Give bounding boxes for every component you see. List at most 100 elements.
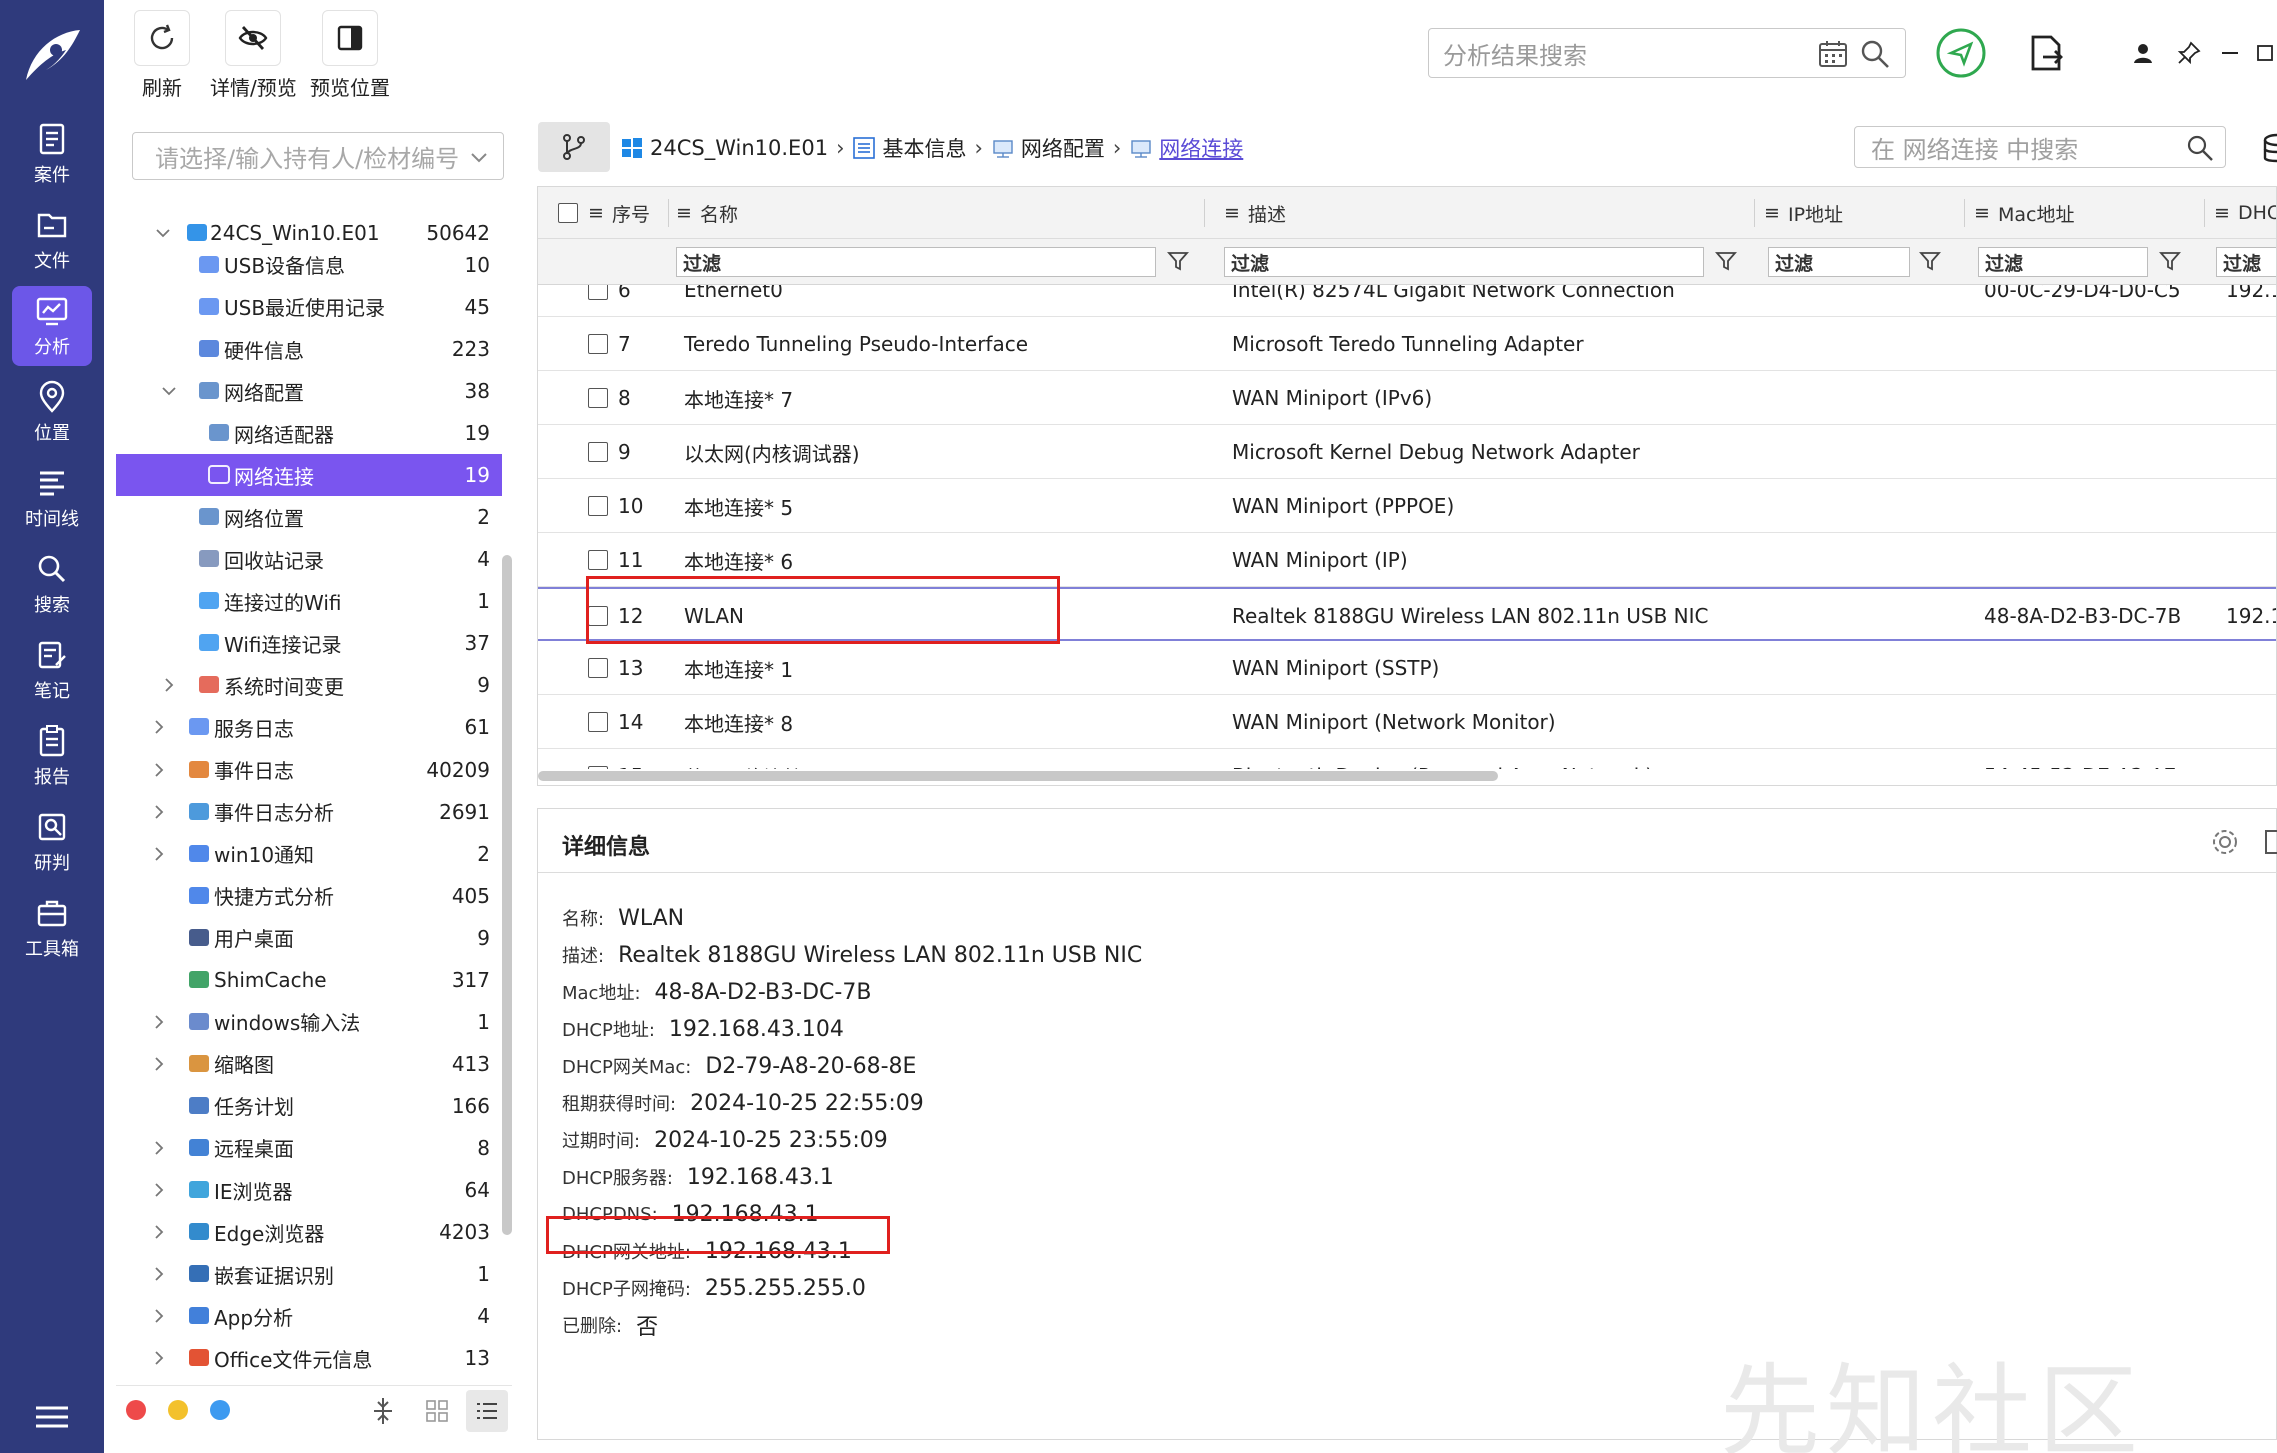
tree-item[interactable]: Edge浏览器 4203 [116, 1211, 502, 1253]
menu-icon[interactable] [32, 1402, 72, 1432]
chevron-right-icon[interactable] [150, 1307, 168, 1325]
panel-toggle-icon[interactable] [2264, 829, 2277, 855]
chevron-right-icon[interactable] [150, 1013, 168, 1031]
filter-icon[interactable] [1714, 249, 1738, 273]
table-row[interactable]: 13 本地连接* 1 WAN Miniport (SSTP) [538, 641, 2276, 695]
rail-judge[interactable]: 研判 [12, 802, 92, 882]
chevron-right-icon[interactable] [150, 718, 168, 736]
table-row[interactable]: 14 本地连接* 8 WAN Miniport (Network Monitor) [538, 695, 2276, 749]
rail-analysis[interactable]: 分析 [12, 286, 92, 366]
chevron-right-icon[interactable] [150, 1055, 168, 1073]
rail-toolbox[interactable]: 工具箱 [12, 888, 92, 968]
row-checkbox[interactable] [588, 766, 608, 769]
list-view-button[interactable] [466, 1390, 508, 1432]
filter-icon[interactable] [2158, 249, 2182, 273]
blue-dot-icon[interactable] [210, 1400, 230, 1420]
table-row[interactable]: 6 Ethernet0 Intel(R) 82574L Gigabit Networ… [538, 285, 2276, 317]
chevron-right-icon[interactable] [150, 1349, 168, 1367]
column-header-dhcp[interactable]: ≡ DHC [2214, 187, 2276, 239]
tree-item[interactable]: 嵌套证据识别 1 [116, 1253, 502, 1295]
breadcrumb-basic-info[interactable]: 基本信息 [852, 133, 966, 163]
column-header-name[interactable]: ≡ 名称 [676, 187, 738, 239]
rail-timeline[interactable]: 时间线 [12, 458, 92, 538]
filter-name-input[interactable]: 过滤 [676, 247, 1156, 277]
tree-item[interactable]: 网络适配器 19 [116, 412, 502, 454]
row-checkbox[interactable] [588, 550, 608, 570]
chevron-right-icon[interactable] [150, 761, 168, 779]
tree-item[interactable]: ShimCache 317 [116, 959, 502, 1001]
tree-item[interactable]: 硬件信息 223 [116, 328, 502, 370]
tree-item[interactable]: 任务计划 166 [116, 1085, 502, 1127]
table-search-input[interactable]: 在 网络连接 中搜索 [1854, 126, 2226, 168]
row-checkbox[interactable] [588, 285, 608, 300]
table-horizontal-scrollbar[interactable] [538, 771, 1498, 781]
table-row[interactable]: 7 Teredo Tunneling Pseudo-Interface Micros… [538, 317, 2276, 371]
collapse-icon[interactable] [370, 1396, 396, 1426]
chevron-right-icon[interactable] [150, 803, 168, 821]
tree-item[interactable]: 网络位置 2 [116, 496, 502, 538]
table-row[interactable]: 15 蓝牙网络连接 Bluetooth Device (Personal Area … [538, 749, 2276, 769]
table-row[interactable]: 10 本地连接* 5 WAN Miniport (PPPOE) [538, 479, 2276, 533]
column-header-mac[interactable]: ≡ Mac地址 [1974, 187, 2074, 239]
send-button[interactable] [1936, 28, 1986, 78]
column-header-ip[interactable]: ≡ IP地址 [1764, 187, 1843, 239]
refresh-button[interactable]: 刷新 [134, 10, 190, 101]
analysis-search-input[interactable]: 分析结果搜索 [1428, 28, 1906, 78]
column-divider[interactable] [1754, 199, 1755, 227]
preview-position-button[interactable]: 预览位置 [310, 10, 390, 101]
chevron-right-icon[interactable] [150, 1223, 168, 1241]
row-checkbox[interactable] [588, 712, 608, 732]
filter-ip-input[interactable]: 过滤 [1768, 247, 1910, 277]
tree-item[interactable]: 服务日志 61 [116, 706, 502, 748]
filter-mac-input[interactable]: 过滤 [1978, 247, 2148, 277]
chevron-right-icon[interactable] [160, 676, 178, 694]
column-divider[interactable] [668, 199, 669, 227]
chevron-right-icon[interactable] [150, 1139, 168, 1157]
tree-item[interactable]: 事件日志分析 2691 [116, 791, 502, 833]
rail-report[interactable]: 报告 [12, 716, 92, 796]
rail-case[interactable]: 案件 [12, 114, 92, 194]
tree-item[interactable]: 网络连接 19 [116, 454, 502, 497]
evidence-select-input[interactable]: 请选择/输入持有人/检材编号 [132, 132, 504, 180]
table-row[interactable]: 8 本地连接* 7 WAN Miniport (IPv6) [538, 371, 2276, 425]
tree-item[interactable]: 远程桌面 8 [116, 1127, 502, 1169]
tree-item[interactable]: App分析 4 [116, 1295, 502, 1337]
chevron-right-icon[interactable] [150, 1181, 168, 1199]
tree-item[interactable]: USB设备信息 10 [116, 244, 502, 286]
column-header-desc[interactable]: ≡ 描述 [1224, 187, 1286, 239]
filter-icon[interactable] [1918, 249, 1942, 273]
tree-item[interactable]: windows输入法 1 [116, 1001, 502, 1043]
tree-item[interactable]: 系统时间变更 9 [116, 664, 502, 706]
tree-item[interactable]: IE浏览器 64 [116, 1169, 502, 1211]
tree-item[interactable]: 快捷方式分析 405 [116, 875, 502, 917]
rail-location[interactable]: 位置 [12, 372, 92, 452]
yellow-dot-icon[interactable] [168, 1400, 188, 1420]
pin-button[interactable] [2164, 28, 2214, 78]
filter-icon[interactable] [1166, 249, 1190, 273]
search-icon[interactable] [1859, 38, 1891, 70]
tree-item[interactable]: USB最近使用记录 45 [116, 286, 502, 328]
filter-desc-input[interactable]: 过滤 [1224, 247, 1704, 277]
calendar-icon[interactable] [1817, 38, 1849, 70]
table-row[interactable]: 9 以太网(内核调试器) Microsoft Kernel Debug Networ… [538, 425, 2276, 479]
tree-item[interactable]: 用户桌面 9 [116, 917, 502, 959]
row-checkbox[interactable] [588, 388, 608, 408]
rail-file[interactable]: 文件 [12, 200, 92, 280]
tree-scrollbar[interactable] [502, 555, 512, 1235]
row-checkbox[interactable] [588, 658, 608, 678]
column-divider[interactable] [1964, 199, 1965, 227]
database-icon[interactable] [2262, 132, 2277, 166]
branch-button[interactable] [538, 122, 610, 172]
breadcrumb-network-config[interactable]: 网络配置 [991, 133, 1105, 163]
tree-item[interactable]: 连接过的Wifi 1 [116, 580, 502, 622]
rail-search[interactable]: 搜索 [12, 544, 92, 624]
rail-note[interactable]: 笔记 [12, 630, 92, 710]
column-divider[interactable] [2204, 199, 2205, 227]
export-button[interactable] [2022, 28, 2072, 78]
tree-item[interactable]: Wifi连接记录 37 [116, 622, 502, 664]
tree-item[interactable]: win10通知 2 [116, 833, 502, 875]
select-all-checkbox[interactable] [558, 203, 578, 223]
row-checkbox[interactable] [588, 442, 608, 462]
minimize-button[interactable] [2210, 28, 2250, 78]
tree-item[interactable]: Office文件元信息 13 [116, 1337, 502, 1379]
